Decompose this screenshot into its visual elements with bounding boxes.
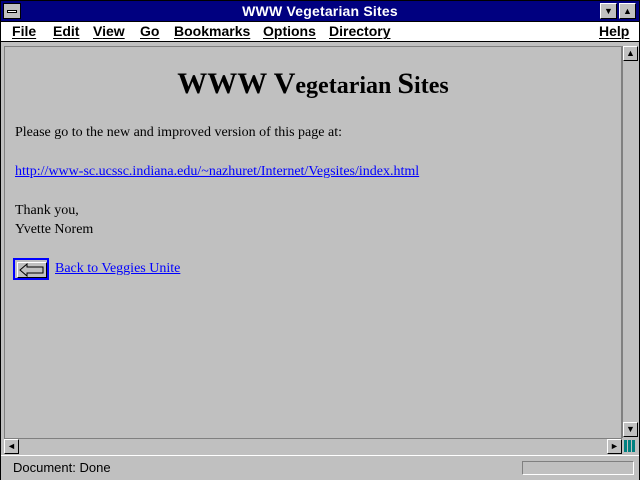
scroll-right-button[interactable]: ► (607, 439, 622, 454)
arrow-up-icon: ▲ (626, 48, 635, 58)
menu-go[interactable]: Go (140, 23, 159, 39)
new-version-link[interactable]: http://www-sc.ucssc.indiana.edu/~nazhure… (15, 164, 419, 180)
scroll-down-button[interactable]: ▼ (623, 422, 638, 437)
menu-help[interactable]: Help (599, 23, 629, 39)
horizontal-scrollbar[interactable]: ◄ ► (4, 438, 622, 455)
scroll-up-button[interactable]: ▲ (623, 46, 638, 61)
back-to-veggies-link[interactable]: Back to Veggies Unite (55, 261, 180, 277)
size-grip-icon (624, 440, 636, 452)
menu-edit[interactable]: Edit (53, 23, 79, 39)
menu-file[interactable]: File (12, 23, 36, 39)
minimize-button[interactable]: ▼ (600, 3, 617, 19)
triangle-down-icon: ▼ (604, 6, 613, 16)
triangle-up-icon: ▲ (623, 6, 632, 16)
window-title: WWW Vegetarian Sites (242, 3, 398, 19)
thanks-text: Thank you, (15, 203, 79, 218)
back-arrow-frame (17, 262, 47, 278)
menu-options[interactable]: Options (263, 23, 316, 39)
back-arrow-button[interactable] (13, 258, 49, 280)
menu-view[interactable]: View (93, 23, 125, 39)
document-view: WWW Vegetarian Sites Please go to the ne… (4, 46, 622, 440)
arrow-down-icon: ▼ (626, 424, 635, 434)
scrollbar-corner (622, 438, 638, 454)
signature-text: Yvette Norem (15, 222, 94, 237)
intro-text: Please go to the new and improved versio… (15, 125, 342, 140)
progress-indicator (522, 461, 634, 475)
menu-bar: File Edit View Go Bookmarks Options Dire… (1, 22, 639, 42)
menu-directory[interactable]: Directory (329, 23, 390, 39)
left-arrow-icon (19, 262, 44, 278)
menu-bookmarks[interactable]: Bookmarks (174, 23, 250, 39)
title-bar[interactable]: WWW Vegetarian Sites ▼ ▲ (1, 1, 639, 22)
scroll-left-button[interactable]: ◄ (4, 439, 19, 454)
arrow-right-icon: ► (610, 441, 619, 451)
arrow-left-icon: ◄ (7, 441, 16, 451)
maximize-button[interactable]: ▲ (619, 3, 636, 19)
vertical-scrollbar[interactable]: ▲ ▼ (622, 46, 639, 438)
browser-window: WWW Vegetarian Sites ▼ ▲ File Edit View … (0, 0, 640, 480)
status-bar: Document: Done (1, 455, 639, 480)
page-title: WWW Vegetarian Sites (177, 67, 449, 100)
status-text: Document: Done (13, 460, 111, 475)
